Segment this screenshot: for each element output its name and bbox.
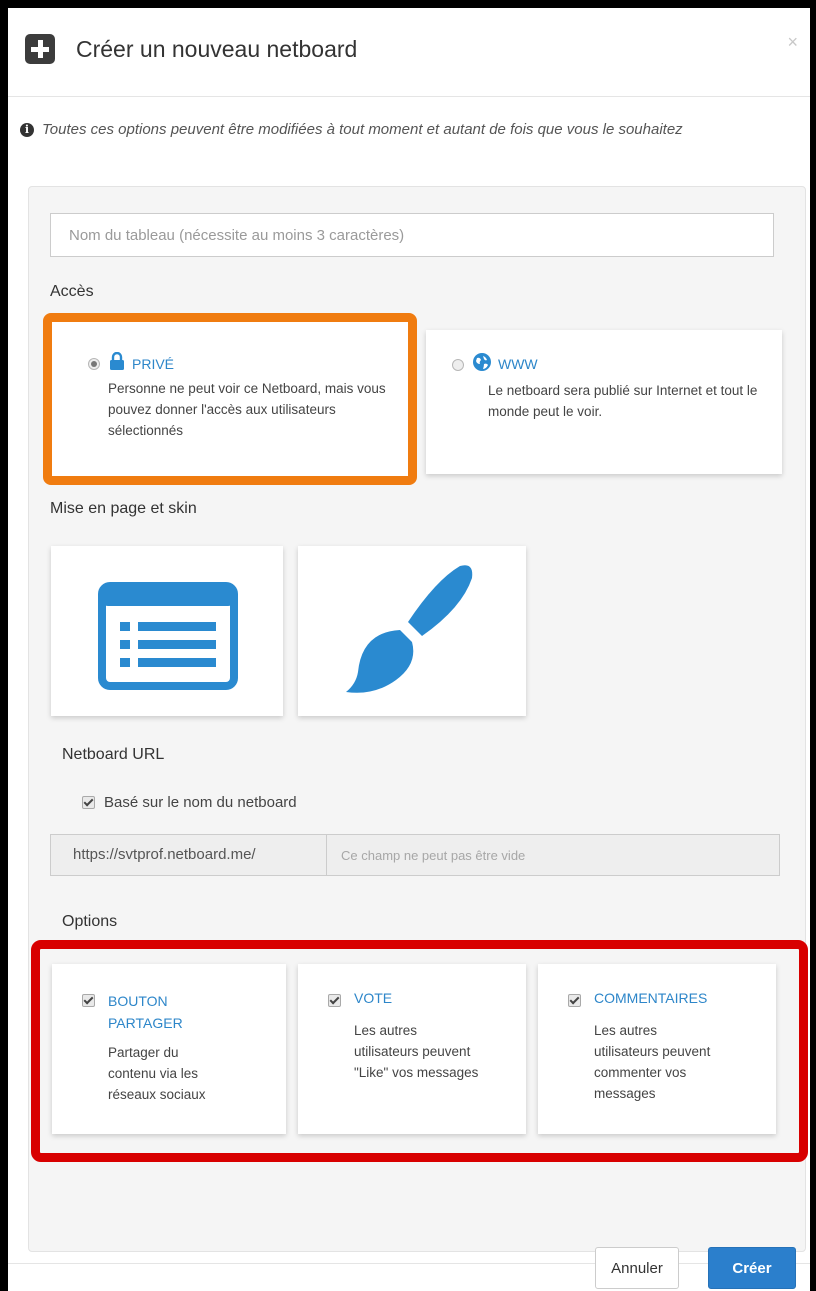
url-label: Netboard URL — [62, 746, 165, 763]
url-checkbox[interactable] — [82, 796, 95, 809]
www-radio[interactable] — [452, 359, 464, 371]
layout-card[interactable] — [51, 546, 283, 716]
highlight-private-option — [43, 313, 417, 485]
access-label: Accès — [50, 283, 94, 300]
plus-square-icon — [25, 34, 55, 64]
skin-card[interactable] — [298, 546, 526, 716]
options-label: Options — [62, 913, 118, 930]
info-icon: i — [20, 123, 34, 137]
layout-label: Mise en page et skin — [50, 500, 197, 517]
board-name-input[interactable] — [50, 213, 774, 257]
cancel-button[interactable]: Annuler — [595, 1247, 679, 1289]
close-button[interactable]: × — [787, 32, 798, 53]
dialog-header: Créer un nouveau netboard × — [8, 8, 810, 97]
info-notice: i Toutes ces options peuvent être modifié… — [20, 118, 810, 142]
globe-icon — [473, 353, 491, 371]
access-option-www[interactable]: WWW Le netboard sera publié sur Internet… — [426, 330, 782, 474]
url-input-group: https://svtprof.netboard.me/ — [50, 834, 780, 876]
url-prefix: https://svtprof.netboard.me/ — [51, 835, 327, 875]
layout-list-icon — [98, 582, 238, 690]
www-title: WWW — [498, 356, 538, 372]
create-button[interactable]: Créer — [708, 1247, 796, 1289]
info-text: Toutes ces options peuvent être modifiée… — [42, 121, 683, 138]
paintbrush-icon — [346, 565, 473, 693]
dialog-title: Créer un nouveau netboard — [76, 36, 358, 62]
www-desc: Le netboard sera publié sur Internet et … — [488, 383, 758, 419]
url-checkbox-label: Basé sur le nom du netboard — [104, 794, 297, 811]
highlight-options — [31, 940, 808, 1162]
create-netboard-dialog: Créer un nouveau netboard × i Toutes ces … — [8, 8, 810, 1291]
footer-divider — [8, 1263, 810, 1264]
url-slug-input[interactable] — [327, 835, 779, 875]
